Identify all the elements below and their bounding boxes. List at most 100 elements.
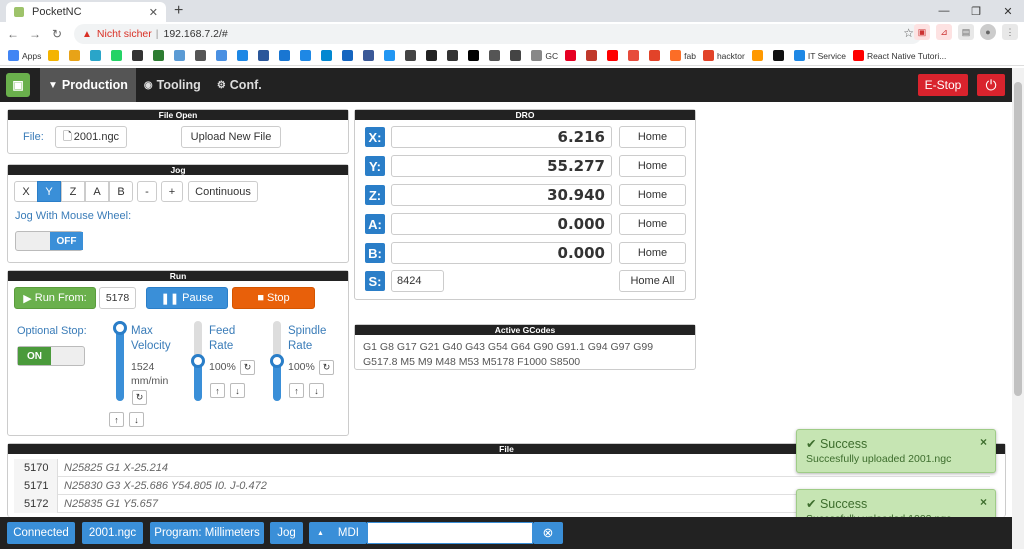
upload-file-button[interactable]: Upload New File (181, 126, 281, 148)
feed-rate-slider-handle[interactable] (191, 354, 205, 368)
bookmark-item[interactable] (174, 50, 188, 61)
home-b-button[interactable]: Home (619, 242, 686, 264)
window-close-icon[interactable]: ✕ (992, 0, 1024, 22)
bookmark-item[interactable] (607, 50, 621, 61)
page-scrollbar-thumb[interactable] (1014, 82, 1022, 396)
bookmark-item[interactable] (510, 50, 524, 61)
bookmark-item[interactable] (69, 50, 83, 61)
estop-button[interactable]: E-Stop (918, 74, 968, 96)
jog-axis-a[interactable]: A (85, 181, 109, 202)
current-file-button[interactable]: 🗋 2001.ngc (55, 126, 127, 148)
power-icon[interactable]: ⏻ (977, 74, 1005, 96)
bookmark-item[interactable] (426, 50, 440, 61)
home-y-button[interactable]: Home (619, 155, 686, 177)
jog-axis-y[interactable]: Y (37, 181, 61, 202)
nav-production[interactable]: ▼ Production (40, 68, 136, 102)
bookmark-item[interactable] (111, 50, 125, 61)
extension-icon[interactable]: ▣ (914, 24, 930, 40)
spindle-down-button[interactable]: ↓ (309, 383, 324, 398)
bookmark-item[interactable]: Apps (8, 50, 41, 61)
bookmark-item[interactable]: GC (531, 50, 558, 61)
bookmark-item[interactable] (321, 50, 335, 61)
bookmark-item[interactable] (772, 50, 787, 61)
home-a-button[interactable]: Home (619, 213, 686, 235)
close-toast-icon[interactable]: × (980, 435, 987, 449)
bookmark-item[interactable] (237, 50, 251, 61)
reset-spindle-icon[interactable]: ↻ (319, 360, 334, 375)
new-tab-button[interactable]: + (174, 2, 183, 20)
bookmark-item[interactable] (649, 50, 663, 61)
reload-icon[interactable]: ↻ (48, 27, 66, 41)
optional-stop-toggle[interactable]: ON (17, 346, 85, 366)
bookmark-star-icon[interactable]: ☆ (903, 26, 914, 40)
home-all-button[interactable]: Home All (619, 270, 686, 292)
browser-tab[interactable]: PocketNC ✕ (6, 2, 166, 22)
bookmark-item[interactable] (258, 50, 272, 61)
close-tab-icon[interactable]: ✕ (149, 6, 158, 19)
nav-tooling[interactable]: ◉ Tooling (136, 68, 209, 102)
jog-mode-button[interactable]: Continuous (188, 181, 258, 202)
pdf-extension-icon[interactable]: ⊿ (936, 24, 952, 40)
reset-feed-icon[interactable]: ↻ (240, 360, 255, 375)
close-toast-icon[interactable]: × (980, 495, 987, 509)
bookmark-item[interactable]: fab (670, 50, 696, 61)
bookmark-item[interactable] (90, 50, 104, 61)
spindle-up-button[interactable]: ↑ (289, 383, 304, 398)
bookmark-item[interactable] (363, 50, 377, 61)
bookmark-item[interactable] (447, 50, 461, 61)
minimize-icon[interactable]: — (928, 0, 960, 22)
bookmark-item[interactable] (565, 50, 579, 61)
jog-axis-b[interactable]: B (109, 181, 133, 202)
feed-down-button[interactable]: ↓ (230, 383, 245, 398)
bookmark-item[interactable] (489, 50, 503, 61)
jog-mode-status-button[interactable]: Jog (270, 522, 303, 544)
bookmark-item[interactable] (216, 50, 230, 61)
bookmark-item[interactable] (300, 50, 314, 61)
bookmark-item[interactable] (384, 50, 398, 61)
omnibox[interactable]: ▲ Nicht sicher | 192.168.7.2/# ☆ (74, 24, 922, 44)
bookmark-item[interactable]: React Native Tutori... (852, 50, 946, 61)
jog-wheel-toggle[interactable]: OFF (15, 231, 83, 251)
forward-icon[interactable]: → (26, 27, 44, 41)
bookmark-item[interactable] (279, 50, 293, 61)
bookmark-item[interactable] (405, 50, 419, 61)
bookmark-item[interactable] (132, 50, 146, 61)
bookmark-item[interactable] (342, 50, 356, 61)
bookmark-item[interactable] (153, 50, 167, 61)
extension-2-icon[interactable]: ▤ (958, 24, 974, 40)
bookmark-item[interactable] (586, 50, 600, 61)
jog-minus-button[interactable]: - (137, 181, 157, 202)
velocity-down-button[interactable]: ↓ (129, 412, 144, 427)
bookmark-item[interactable] (468, 50, 482, 61)
nav-conf[interactable]: ⚙ Conf. (209, 68, 270, 102)
menu-icon[interactable]: ⋮ (1002, 24, 1018, 40)
feed-rate-slider[interactable] (191, 321, 205, 401)
connected-button[interactable]: Connected (7, 522, 75, 544)
mdi-input[interactable] (367, 522, 533, 544)
bookmark-item[interactable]: hacktor (702, 50, 745, 61)
bookmark-item[interactable]: IT Service (793, 50, 846, 61)
back-icon[interactable]: ← (4, 27, 22, 41)
jog-plus-button[interactable]: + (161, 181, 183, 202)
reset-velocity-icon[interactable]: ↻ (132, 390, 147, 405)
clear-mdi-icon[interactable]: ⊗ (533, 522, 563, 544)
status-file-button[interactable]: 2001.ngc (82, 522, 143, 544)
jog-axis-x[interactable]: X (14, 181, 38, 202)
maximize-icon[interactable]: ❐ (960, 0, 992, 22)
run-from-button[interactable]: ▶ Run From: (14, 287, 96, 309)
feed-up-button[interactable]: ↑ (210, 383, 225, 398)
max-velocity-slider[interactable] (113, 321, 127, 401)
run-from-input[interactable]: 5178 (99, 287, 136, 309)
bookmark-item[interactable] (48, 50, 62, 61)
profile-avatar-icon[interactable]: ● (980, 24, 996, 40)
bookmark-item[interactable] (628, 50, 642, 61)
pause-button[interactable]: ❚❚ Pause (146, 287, 228, 309)
jog-axis-z[interactable]: Z (61, 181, 85, 202)
stop-button[interactable]: ■ Stop (232, 287, 315, 309)
home-z-button[interactable]: Home (619, 184, 686, 206)
home-x-button[interactable]: Home (619, 126, 686, 148)
spindle-rate-slider-handle[interactable] (270, 354, 284, 368)
bookmark-item[interactable] (751, 50, 766, 61)
mdi-button[interactable]: ▲ MDI (309, 522, 367, 544)
velocity-up-button[interactable]: ↑ (109, 412, 124, 427)
